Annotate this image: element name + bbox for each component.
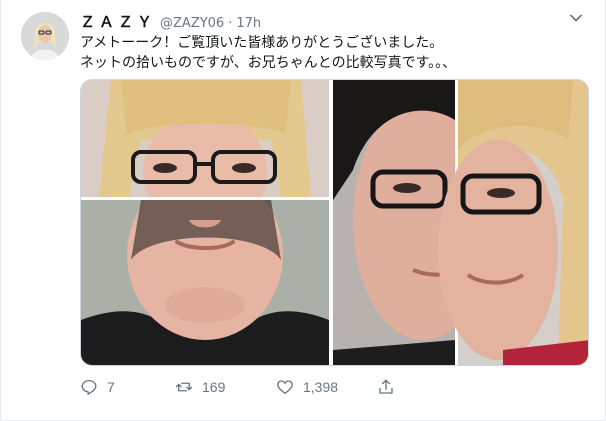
media-grid — [80, 79, 589, 366]
photo-bottom-left[interactable] — [81, 200, 329, 365]
tweet-text: アメトーーク！ご覧頂いた皆様ありがとうございました。 ネットの拾いものですが、お… — [80, 33, 590, 73]
tweet-text-line: アメトーーク！ご覧頂いた皆様ありがとうございました。 — [80, 35, 444, 51]
avatar[interactable] — [21, 12, 69, 60]
display-name[interactable]: ＺＡＺＹ — [80, 11, 156, 32]
like-count: 1,398 — [303, 379, 339, 395]
tweet-text-line: ネットの拾いものですが、お兄ちゃんとの比較写真です。。、 — [80, 55, 457, 71]
retweet-icon — [175, 382, 193, 392]
like-button[interactable]: 1,398 — [276, 378, 338, 396]
photo-top-left[interactable] — [81, 80, 329, 197]
tweet-header: ＺＡＺＹ @ZAZY06 · 17h — [80, 11, 589, 31]
tweet-card[interactable]: ＺＡＺＹ @ZAZY06 · 17h アメトーーク！ご覧頂いた皆様ありがとうござ… — [0, 0, 606, 421]
timestamp[interactable]: 17h — [236, 16, 261, 31]
separator-dot: · — [228, 16, 233, 31]
reply-icon — [81, 379, 97, 395]
photo-comparison-right[interactable] — [333, 80, 588, 365]
chevron-down-icon[interactable] — [569, 11, 583, 25]
reply-button[interactable]: 7 — [80, 378, 115, 396]
reply-count: 7 — [107, 379, 115, 395]
retweet-count: 169 — [202, 379, 226, 395]
heart-icon — [277, 380, 293, 395]
share-icon — [379, 379, 393, 394]
share-button[interactable] — [377, 378, 395, 396]
tweet-actions: 7 169 1,398 — [80, 378, 460, 402]
user-handle[interactable]: @ZAZY06 — [160, 16, 224, 31]
retweet-button[interactable]: 169 — [175, 378, 225, 396]
